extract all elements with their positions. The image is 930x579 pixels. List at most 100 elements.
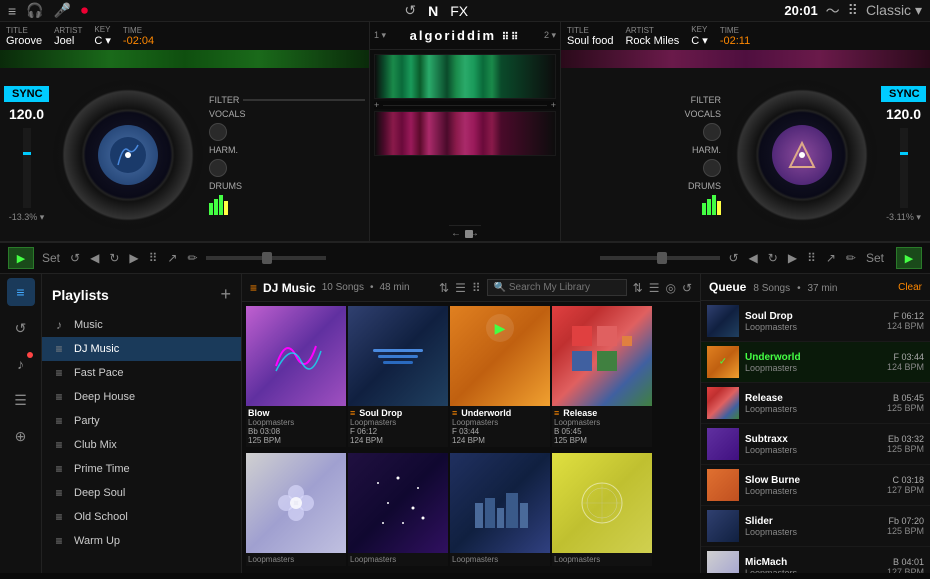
queue-item-slow-burne[interactable]: Slow Burne Loopmasters C 03:18 127 BPM	[701, 465, 930, 506]
deck-left-key[interactable]: C ▾	[94, 34, 111, 47]
pitch-slider-right[interactable]	[600, 256, 720, 260]
queue-clear-button[interactable]: Clear	[898, 282, 922, 293]
left-panel-list-icon[interactable]: ☰	[7, 386, 35, 414]
sidebar-item-club-mix[interactable]: ≡ Club Mix	[42, 433, 241, 457]
album-art-flower	[246, 453, 346, 553]
grid-view-icon[interactable]: ⠿	[472, 281, 481, 295]
album-flower[interactable]: Loopmasters	[246, 453, 346, 570]
sidebar-item-fast-pace[interactable]: ≡ Fast Pace	[42, 361, 241, 385]
history-icon[interactable]: ↺	[682, 281, 692, 295]
browser-song-count: 10 Songs	[322, 282, 364, 293]
options-icon[interactable]: ☰	[649, 281, 660, 295]
sidebar-add-button[interactable]: +	[220, 284, 231, 305]
loop-set-right[interactable]: ↗	[824, 249, 838, 267]
deck-right-sync[interactable]: SYNC	[881, 86, 926, 102]
deck-left-title: Groove	[6, 35, 42, 47]
album-art-souldrop	[348, 306, 448, 406]
filter2-icon[interactable]: ⇅	[633, 281, 643, 295]
harm-knob-right[interactable]	[703, 159, 721, 177]
app-logo: algoriddim ⠿⠿	[410, 24, 521, 47]
crossfader-left[interactable]: ←	[451, 228, 461, 239]
deck-left-title-field: TITLE Groove	[6, 26, 42, 47]
edit-right[interactable]: ✏	[844, 249, 858, 267]
album-souldrop[interactable]: ≡Soul Drop Loopmasters F 06:12 124 BPM	[348, 306, 448, 451]
sidebar-item-party[interactable]: ≡ Party	[42, 409, 241, 433]
vocals-knob-left[interactable]	[209, 123, 227, 141]
headphones-icon[interactable]: 🎧	[26, 2, 43, 19]
sidebar-item-music[interactable]: ♪ Music	[42, 313, 241, 337]
left-panel-add-icon[interactable]: ⊕	[7, 422, 35, 450]
deck-right-key[interactable]: C ▾	[691, 34, 708, 47]
album-blow[interactable]: Blow Loopmasters Bb 03:08 125 BPM	[246, 306, 346, 451]
queue-item-micmach[interactable]: MicMach Loopmasters B 04:01 127 BPM	[701, 547, 930, 573]
left-panel-library-icon[interactable]: ♪	[7, 350, 35, 378]
loop-back-left[interactable]: ↺	[68, 249, 82, 267]
sidebar-item-warm-up[interactable]: ≡ Warm Up	[42, 529, 241, 553]
list-view-icon[interactable]: ☰	[455, 281, 466, 295]
sidebar-item-warm-up-label: Warm Up	[74, 535, 120, 547]
album-underworld[interactable]: ▶ ≡Underworld Loopmasters F 03:44 124 BP…	[450, 306, 550, 451]
mix-wave-top[interactable]	[374, 54, 556, 99]
album-release[interactable]: ≡Release Loopmasters B 05:45 125 BPM	[552, 306, 652, 451]
queue-info-souldrop: Soul Drop Loopmasters	[745, 311, 881, 332]
queue-item-release[interactable]: Release Loopmasters B 05:45 125 BPM	[701, 383, 930, 424]
mic-icon[interactable]: 🎤	[54, 2, 71, 19]
vocals-knob-right[interactable]	[703, 123, 721, 141]
album-geometric[interactable]: Loopmasters	[552, 453, 652, 570]
next-left[interactable]: ▶	[127, 249, 140, 267]
queue-item-underworld[interactable]: ✓ Underworld Loopmasters F 03:44 124 BPM	[701, 342, 930, 383]
grid-right[interactable]: ⠿	[805, 249, 818, 267]
waveform-icon[interactable]: 〜	[826, 1, 840, 21]
sidebar: Playlists + ♪ Music ≡ DJ Music ≡ Fast Pa…	[42, 274, 242, 573]
sidebar-item-deep-soul[interactable]: ≡ Deep Soul	[42, 481, 241, 505]
play-button-left[interactable]: ▶	[8, 247, 34, 269]
eye-icon[interactable]: ◎	[665, 281, 675, 295]
prev-right[interactable]: ◀	[747, 249, 760, 267]
record-icon[interactable]: ⏺	[81, 2, 88, 19]
fx-label[interactable]: FX	[450, 3, 468, 19]
queue-thumb-slow-burne	[707, 469, 739, 501]
deck-left-waveform[interactable]	[0, 50, 369, 68]
queue-item-subtraxx[interactable]: Subtraxx Loopmasters Eb 03:32 125 BPM	[701, 424, 930, 465]
loop-set-left[interactable]: ↗	[165, 249, 179, 267]
sidebar-item-old-school[interactable]: ≡ Old School	[42, 505, 241, 529]
set-button-left[interactable]: Set	[40, 249, 62, 267]
menu-icon[interactable]: ≡	[8, 3, 16, 19]
mix-wave-bot[interactable]	[374, 111, 556, 156]
album-citynight[interactable]: Loopmasters	[450, 453, 550, 570]
next-right[interactable]: ▶	[786, 249, 799, 267]
search-input[interactable]	[487, 279, 627, 296]
sidebar-item-dj-music[interactable]: ≡ DJ Music	[42, 337, 241, 361]
harm-knob-left[interactable]	[209, 159, 227, 177]
classic-mode[interactable]: Classic ▾	[866, 2, 922, 19]
n-icon[interactable]: N	[428, 3, 438, 19]
sort-icon[interactable]: ⇅	[439, 281, 449, 295]
deck-right-waveform[interactable]	[561, 50, 930, 68]
transport-bar: ▶ Set ↺ ◀ ↻ ▶ ⠿ ↗ ✏ ↺ ◀ ↻ ▶ ⠿ ↗ ✏ Set ▶	[0, 242, 930, 274]
queue-item-slider[interactable]: Slider Loopmasters Fb 07:20 125 BPM	[701, 506, 930, 547]
queue-thumb-underworld: ✓	[707, 346, 739, 378]
play-button-right[interactable]: ▶	[896, 247, 922, 269]
prev-left[interactable]: ◀	[88, 249, 101, 267]
queue-item-souldrop[interactable]: Soul Drop Loopmasters F 06:12 124 BPM	[701, 301, 930, 342]
loop-icon[interactable]: ↺	[404, 2, 416, 19]
grid-left[interactable]: ⠿	[147, 249, 160, 267]
left-panel-music-icon[interactable]: ≡	[7, 278, 35, 306]
album-starfield[interactable]: Loopmasters	[348, 453, 448, 570]
queue-thumb-souldrop	[707, 305, 739, 337]
grid-icon[interactable]: ⠿	[848, 2, 858, 19]
loop-back-right[interactable]: ↺	[726, 249, 740, 267]
sidebar-item-deep-house[interactable]: ≡ Deep House	[42, 385, 241, 409]
loop-forward-right[interactable]: ↻	[766, 249, 780, 267]
set-button-right[interactable]: Set	[864, 249, 886, 267]
loop-forward-left[interactable]: ↻	[107, 249, 121, 267]
deck-left-turntable[interactable]	[53, 80, 203, 230]
deck-right-turntable[interactable]	[727, 80, 877, 230]
pitch-slider-left[interactable]	[206, 256, 326, 260]
sidebar-item-prime-time[interactable]: ≡ Prime Time	[42, 457, 241, 481]
edit-left[interactable]: ✏	[185, 249, 199, 267]
filter-icon[interactable]: ≡	[250, 281, 257, 295]
deck-left: TITLE Groove ARTIST Joel KEY C ▾ TIME -0…	[0, 22, 370, 241]
deck-left-sync[interactable]: SYNC	[4, 86, 49, 102]
left-panel-history-icon[interactable]: ↺	[7, 314, 35, 342]
